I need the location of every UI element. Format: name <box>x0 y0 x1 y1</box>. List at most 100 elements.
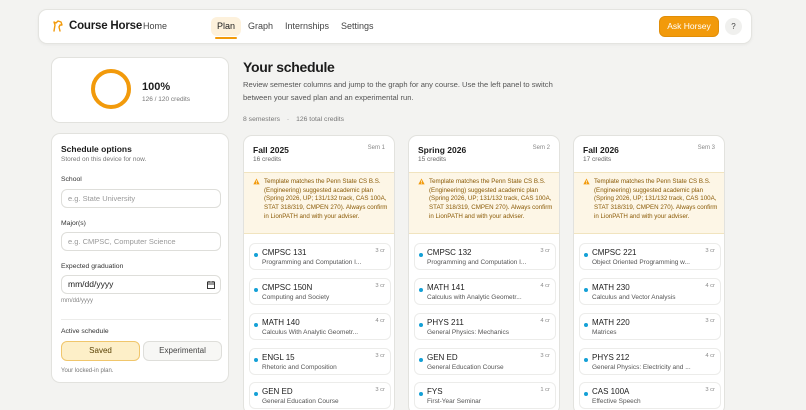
course-status-dot <box>584 253 588 257</box>
course-credits: 3 cr <box>375 283 385 289</box>
template-warning: Template matches the Penn State CS B.S. … <box>574 172 724 234</box>
course-credits: 3 cr <box>375 387 385 393</box>
course-code: CMPSC 131 <box>262 248 307 257</box>
page-title: Your schedule <box>243 59 335 75</box>
course-code: FYS <box>427 387 443 396</box>
active-schedule-hint: Your locked-in plan. <box>61 368 114 374</box>
course-code: MATH 230 <box>592 283 630 292</box>
course-name: Object Oriented Programming w... <box>592 259 690 266</box>
course-code: CMPSC 150N <box>262 283 313 292</box>
course-credits: 3 cr <box>705 387 715 393</box>
course-name: General Physics: Electricity and ... <box>592 364 691 371</box>
course-card[interactable]: CMPSC 221 Object Oriented Programming w..… <box>579 243 721 270</box>
top-navbar: Course Horse Home Plan Graph Internships… <box>38 9 752 44</box>
school-input[interactable]: e.g. State University <box>61 189 221 208</box>
course-name: Calculus With Analytic Geometr... <box>262 329 359 336</box>
page-description: Review semester columns and jump to the … <box>243 80 553 102</box>
nav-active-underline <box>215 37 237 39</box>
course-card[interactable]: MATH 140 Calculus With Analytic Geometr..… <box>249 313 391 340</box>
course-card[interactable]: CAS 100A Effective Speech 3 cr <box>579 382 721 409</box>
course-card[interactable]: CMPSC 132 Programming and Computation I..… <box>414 243 556 270</box>
major-label: Major(s) <box>61 220 86 227</box>
course-status-dot <box>419 323 423 327</box>
warning-text: Template matches the Penn State CS B.S. … <box>264 178 388 220</box>
options-divider <box>61 319 221 320</box>
major-input[interactable]: e.g. CMPSC, Computer Science <box>61 232 221 251</box>
course-card[interactable]: FYS First-Year Seminar 1 cr <box>414 382 556 409</box>
schedule-meta: 8 semesters · 126 total credits <box>243 116 344 123</box>
school-label: School <box>61 176 82 183</box>
course-credits: 3 cr <box>540 248 550 254</box>
course-code: CMPSC 221 <box>592 248 637 257</box>
course-name: Programming and Computation I... <box>427 259 527 266</box>
course-card[interactable]: MATH 141 Calculus with Analytic Geometr..… <box>414 278 556 305</box>
course-status-dot <box>254 323 258 327</box>
course-card[interactable]: GEN ED General Education Course 3 cr <box>249 382 391 409</box>
course-card[interactable]: GEN ED General Education Course 3 cr <box>414 348 556 375</box>
saved-schedule-button[interactable]: Saved <box>61 341 140 361</box>
course-code: MATH 141 <box>427 283 465 292</box>
course-code: GEN ED <box>427 353 458 362</box>
nav-link-settings[interactable]: Settings <box>341 21 374 31</box>
course-card[interactable]: MATH 220 Matrices 3 cr <box>579 313 721 340</box>
semester-title: Fall 2026 <box>583 145 619 155</box>
experimental-schedule-button[interactable]: Experimental <box>143 341 222 361</box>
course-status-dot <box>254 392 258 396</box>
calendar-icon[interactable] <box>207 281 215 289</box>
course-credits: 4 cr <box>540 318 550 324</box>
course-status-dot <box>584 323 588 327</box>
progress-ring <box>91 69 131 109</box>
course-name: Programming and Computation I... <box>262 259 362 266</box>
graduation-date-input[interactable]: mm/dd/yyyy <box>61 275 221 294</box>
semester-title: Spring 2026 <box>418 145 467 155</box>
options-title: Schedule options <box>61 144 132 154</box>
semester-credits: 15 credits <box>418 156 447 163</box>
graduation-date-value: mm/dd/yyyy <box>68 279 114 289</box>
course-code: PHYS 212 <box>592 353 630 362</box>
course-status-dot <box>254 358 258 362</box>
course-credits: 3 cr <box>540 353 550 359</box>
course-name: General Physics: Mechanics <box>427 329 510 336</box>
course-credits: 3 cr <box>705 318 715 324</box>
schedule-options-panel: Schedule options Stored on this device f… <box>51 133 229 383</box>
brand[interactable]: Course Horse <box>52 20 142 32</box>
warning-icon <box>253 178 260 185</box>
nav-link-graph[interactable]: Graph <box>248 21 273 31</box>
course-code: MATH 220 <box>592 318 630 327</box>
course-credits: 3 cr <box>705 248 715 254</box>
course-credits: 3 cr <box>375 248 385 254</box>
warning-icon <box>583 178 590 185</box>
course-credits: 4 cr <box>540 283 550 289</box>
course-card[interactable]: PHYS 212 General Physics: Electricity and… <box>579 348 721 375</box>
course-card[interactable]: PHYS 211 General Physics: Mechanics 4 cr <box>414 313 556 340</box>
semester-column: Fall 2026 Sem 3 17 credits Template matches… <box>573 135 725 410</box>
semester-credits: 16 credits <box>253 156 282 163</box>
course-card[interactable]: MATH 230 Calculus and Vector Analysis 4 cr <box>579 278 721 305</box>
nav-link-plan[interactable]: Plan <box>217 21 235 31</box>
course-credits: 4 cr <box>705 283 715 289</box>
course-card[interactable]: ENGL 15 Rhetoric and Composition 3 cr <box>249 348 391 375</box>
semester-count: 8 semesters <box>243 116 281 123</box>
brand-name: Course Horse <box>69 20 143 32</box>
help-button[interactable]: ? <box>725 18 742 35</box>
course-card[interactable]: CMPSC 150N Computing and Society 3 cr <box>249 278 391 305</box>
course-credits: 3 cr <box>375 353 385 359</box>
template-warning: Template matches the Penn State CS B.S. … <box>409 172 559 234</box>
course-name: Rhetoric and Composition <box>262 364 337 371</box>
course-credits: 1 cr <box>540 387 550 393</box>
nav-link-home[interactable]: Home <box>143 21 167 31</box>
course-code: CAS 100A <box>592 387 630 396</box>
semester-credits: 17 credits <box>583 156 612 163</box>
total-credits: 126 total credits <box>296 116 345 123</box>
course-card[interactable]: CMPSC 131 Programming and Computation I..… <box>249 243 391 270</box>
course-status-dot <box>254 253 258 257</box>
course-name: Matrices <box>592 329 617 336</box>
course-status-dot <box>254 288 258 292</box>
nav-link-internships[interactable]: Internships <box>285 21 329 31</box>
course-status-dot <box>419 253 423 257</box>
ask-horsey-button[interactable]: Ask Horsey <box>659 16 719 37</box>
meta-separator: · <box>286 116 290 123</box>
progress-credits: 126 / 120 credits <box>142 96 191 103</box>
semester-title: Fall 2025 <box>253 145 289 155</box>
graduation-label: Expected graduation <box>61 263 124 270</box>
